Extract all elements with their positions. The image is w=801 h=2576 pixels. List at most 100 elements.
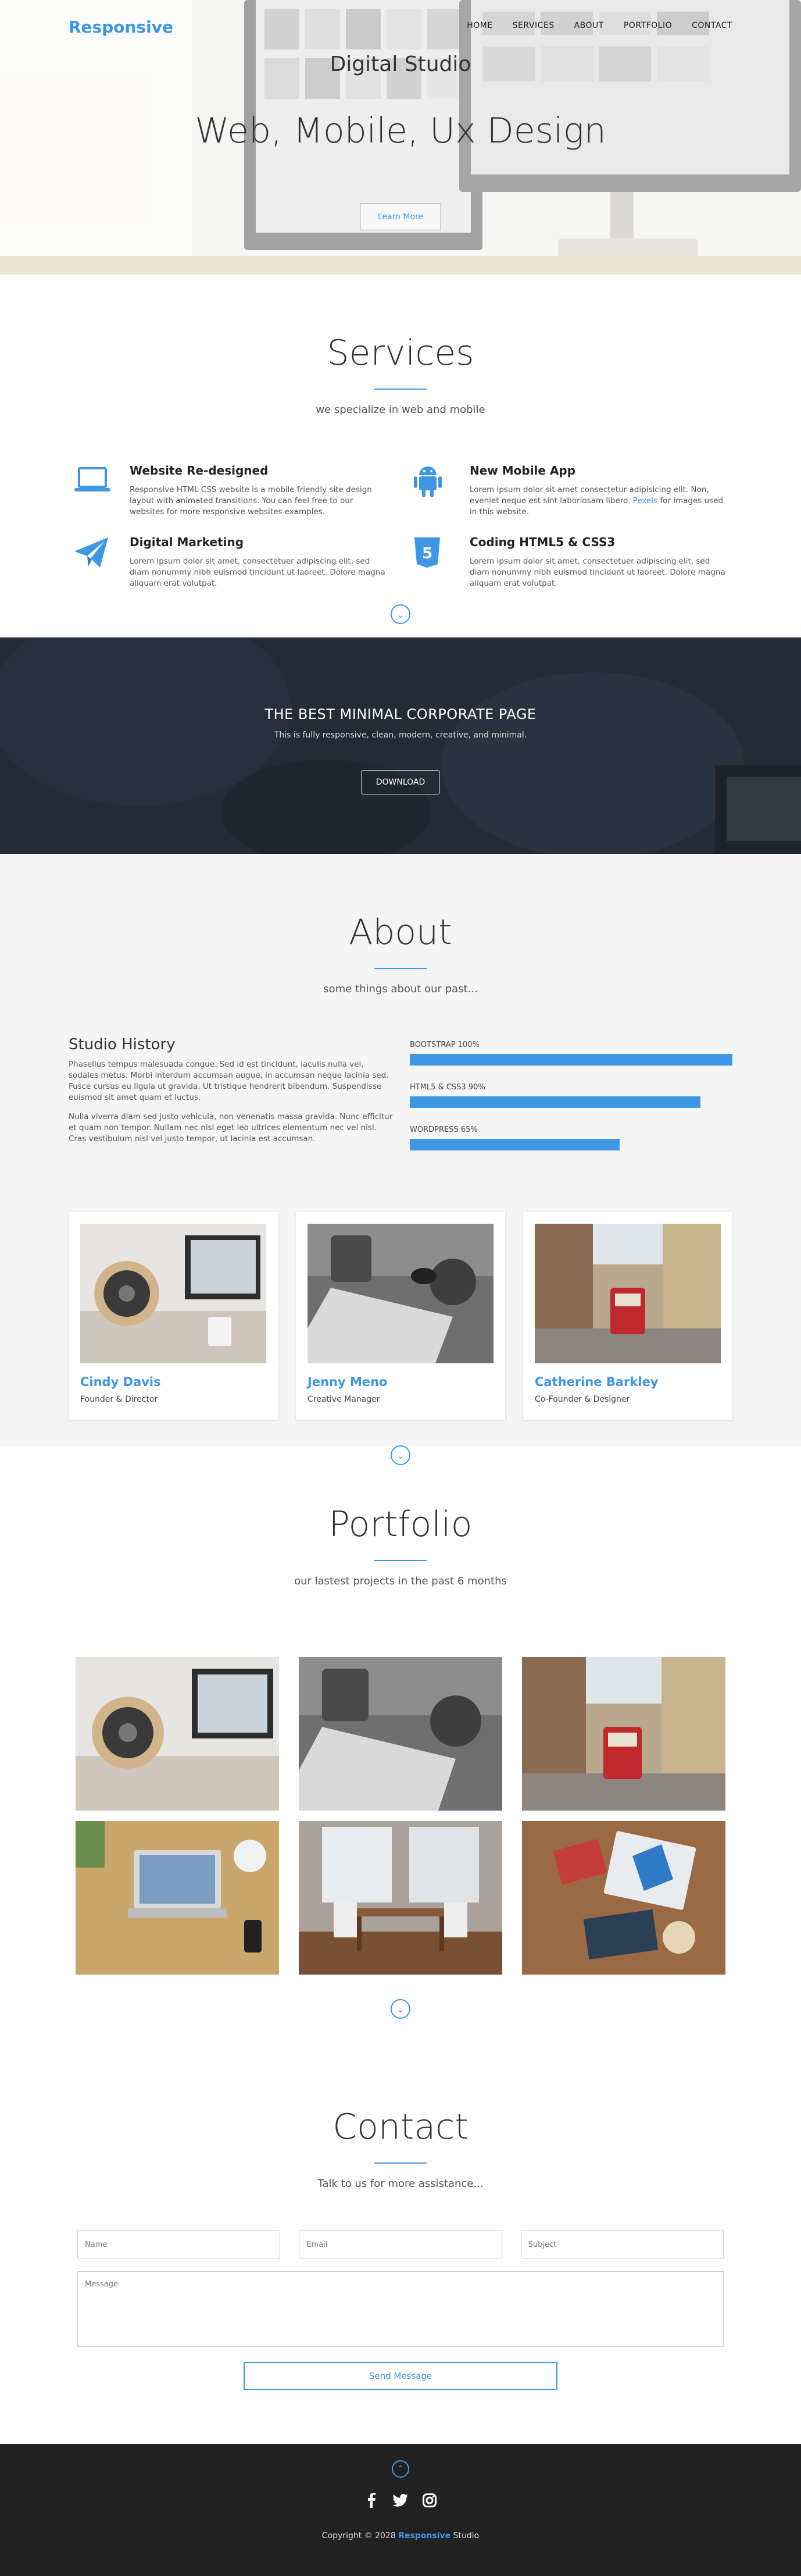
team-card: Jenny Meno Creative Manager — [296, 1212, 505, 1420]
back-to-top-chevron-icon[interactable]: ⌃ — [392, 2460, 409, 2478]
paper-plane-icon — [69, 535, 130, 589]
top-navbar: Responsive HOME SERVICES ABOUT PORTFOLIO… — [0, 0, 801, 52]
skill-label: WORDPRESS 65% — [410, 1125, 478, 1134]
scroll-down-chevron-icon[interactable]: ⌄ — [391, 1999, 410, 2019]
tram-street-photo — [535, 1224, 721, 1363]
team-member-role: Co-Founder & Designer — [535, 1395, 630, 1404]
copyright-text: Copyright © 2028 Responsive Studio — [0, 2531, 801, 2541]
banner-overlay — [0, 637, 801, 854]
about-title: About — [349, 912, 452, 953]
contact-form-row — [77, 2231, 724, 2258]
skill-progress-bar — [410, 1054, 732, 1066]
portfolio-item-laptop-desk[interactable] — [76, 1821, 279, 1975]
history-paragraph: Phasellus tempus malesuada congue. Sed i… — [69, 1060, 389, 1102]
hero-subtitle: Digital Studio — [330, 52, 471, 76]
portfolio-item-desk-speaker[interactable] — [76, 1657, 279, 1811]
portfolio-item-keyboard-mouse[interactable] — [299, 1657, 502, 1811]
about-content: Studio History Phasellus tempus malesuad… — [69, 1036, 732, 1168]
brand-logo[interactable]: Responsive — [69, 17, 173, 37]
nav-item-home[interactable]: HOME — [467, 21, 492, 30]
laptop-icon — [69, 464, 130, 518]
send-message-button[interactable]: Send Message — [244, 2362, 557, 2390]
services-section: Services we specialize in web and mobile… — [0, 275, 801, 637]
service-text: Responsive HTML CSS website is a mobile … — [130, 485, 372, 516]
keyboard-mouse-photo — [307, 1224, 494, 1363]
skill-progress-fill — [410, 1096, 700, 1108]
services-subtitle: we specialize in web and mobile — [316, 404, 485, 416]
copyright-suffix: Studio — [453, 2531, 480, 2541]
service-title: New Mobile App — [470, 464, 576, 478]
portfolio-grid — [76, 1657, 725, 1975]
nav-item-about[interactable]: ABOUT — [574, 21, 604, 30]
skill-progress-fill — [410, 1054, 732, 1066]
title-divider — [374, 2162, 427, 2164]
portfolio-item-dining-room[interactable] — [299, 1821, 502, 1975]
skill-progress-fill — [410, 1139, 620, 1150]
history-title: Studio History — [69, 1036, 176, 1053]
team-member-name[interactable]: Cindy Davis — [80, 1375, 266, 1389]
svg-text:5: 5 — [422, 545, 432, 562]
pexels-link[interactable]: Pexels — [633, 496, 657, 505]
service-website-redesigned: Website Re-designed Responsive HTML CSS … — [69, 464, 409, 518]
nav-item-portfolio[interactable]: PORTFOLIO — [624, 21, 672, 30]
email-field[interactable] — [299, 2231, 502, 2258]
learn-more-button[interactable]: Learn More — [360, 204, 441, 230]
service-digital-marketing: Digital Marketing Lorem ipsum dolor sit … — [69, 535, 409, 589]
page-footer: ⌃ Copyright © 2028 Responsive Studio — [0, 2444, 801, 2576]
contact-subtitle: Talk to us for more assistance... — [317, 2178, 484, 2190]
services-title: Services — [327, 333, 474, 373]
html5-icon: 5 — [409, 535, 470, 589]
about-section: About some things about our past... Stud… — [0, 854, 801, 1465]
subject-field[interactable] — [520, 2231, 724, 2258]
download-button[interactable]: DOWNLOAD — [361, 770, 440, 794]
team-member-role: Founder & Director — [80, 1395, 158, 1404]
copyright-prefix: Copyright © 2028 — [321, 2531, 396, 2541]
social-links — [0, 2493, 801, 2508]
name-field[interactable] — [77, 2231, 281, 2258]
service-new-mobile-app: New Mobile App Lorem ipsum dolor sit ame… — [409, 464, 732, 518]
nav-menu: HOME SERVICES ABOUT PORTFOLIO CONTACT — [467, 21, 732, 30]
portfolio-section: Portfolio our lastest projects in the pa… — [0, 1446, 801, 2046]
facebook-icon[interactable] — [364, 2493, 379, 2508]
banner-subtitle: This is fully responsive, clean, modern,… — [274, 731, 527, 740]
nav-item-contact[interactable]: CONTACT — [692, 21, 732, 30]
message-field[interactable] — [77, 2271, 724, 2347]
service-text: Lorem ipsum dolor sit amet consectetur a… — [470, 484, 725, 518]
banner-title: THE BEST MINIMAL CORPORATE PAGE — [264, 706, 537, 722]
instagram-icon[interactable] — [422, 2493, 437, 2508]
service-text: Lorem ipsum dolor sit amet, consectetuer… — [470, 557, 725, 588]
skill-label: HTML5 & CSS3 90% — [410, 1083, 485, 1092]
title-divider — [374, 968, 427, 969]
twitter-icon[interactable] — [393, 2493, 408, 2508]
about-subtitle: some things about our past... — [323, 983, 478, 995]
title-divider — [374, 389, 427, 390]
portfolio-item-tram-street[interactable] — [522, 1657, 725, 1811]
portfolio-title: Portfolio — [328, 1504, 473, 1545]
team-cards: Cindy Davis Founder & Director Jenny Men… — [69, 1212, 732, 1420]
studio-history: Studio History Phasellus tempus malesuad… — [69, 1036, 395, 1168]
nav-item-services[interactable]: SERVICES — [513, 21, 555, 30]
team-card: Cindy Davis Founder & Director — [69, 1212, 278, 1420]
skill-progress-bar — [410, 1139, 732, 1150]
copyright-brand-link[interactable]: Responsive — [398, 2531, 450, 2541]
contact-title: Contact — [332, 2107, 469, 2147]
service-title: Website Re-designed — [130, 464, 269, 478]
skill-label: BOOTSTRAP 100% — [410, 1041, 480, 1049]
team-member-name[interactable]: Jenny Meno — [307, 1375, 494, 1389]
portfolio-item-design-tools[interactable] — [522, 1821, 725, 1975]
skill-progress-bar — [410, 1096, 732, 1108]
service-coding-html5-css3: 5 Coding HTML5 & CSS3 Lorem ipsum dolor … — [409, 535, 732, 589]
hero-title: Web, Mobile, Ux Design — [195, 111, 606, 151]
scroll-down-chevron-icon[interactable]: ⌄ — [391, 604, 410, 624]
team-card: Catherine Barkley Co-Founder & Designer — [523, 1212, 732, 1420]
contact-form: Send Message — [77, 2231, 724, 2390]
title-divider — [374, 1560, 427, 1561]
service-text: Lorem ipsum dolor sit amet, consectetuer… — [130, 557, 385, 588]
services-grid: Website Re-designed Responsive HTML CSS … — [69, 464, 732, 589]
corporate-banner: THE BEST MINIMAL CORPORATE PAGE This is … — [0, 637, 801, 854]
team-member-name[interactable]: Catherine Barkley — [535, 1375, 721, 1389]
skills-list: BOOTSTRAP 100% HTML5 & CSS3 90% WORDPRES… — [410, 1036, 732, 1168]
contact-section: Contact Talk to us for more assistance..… — [0, 2046, 801, 2444]
team-member-role: Creative Manager — [307, 1395, 380, 1404]
portfolio-subtitle: our lastest projects in the past 6 month… — [294, 1575, 507, 1587]
